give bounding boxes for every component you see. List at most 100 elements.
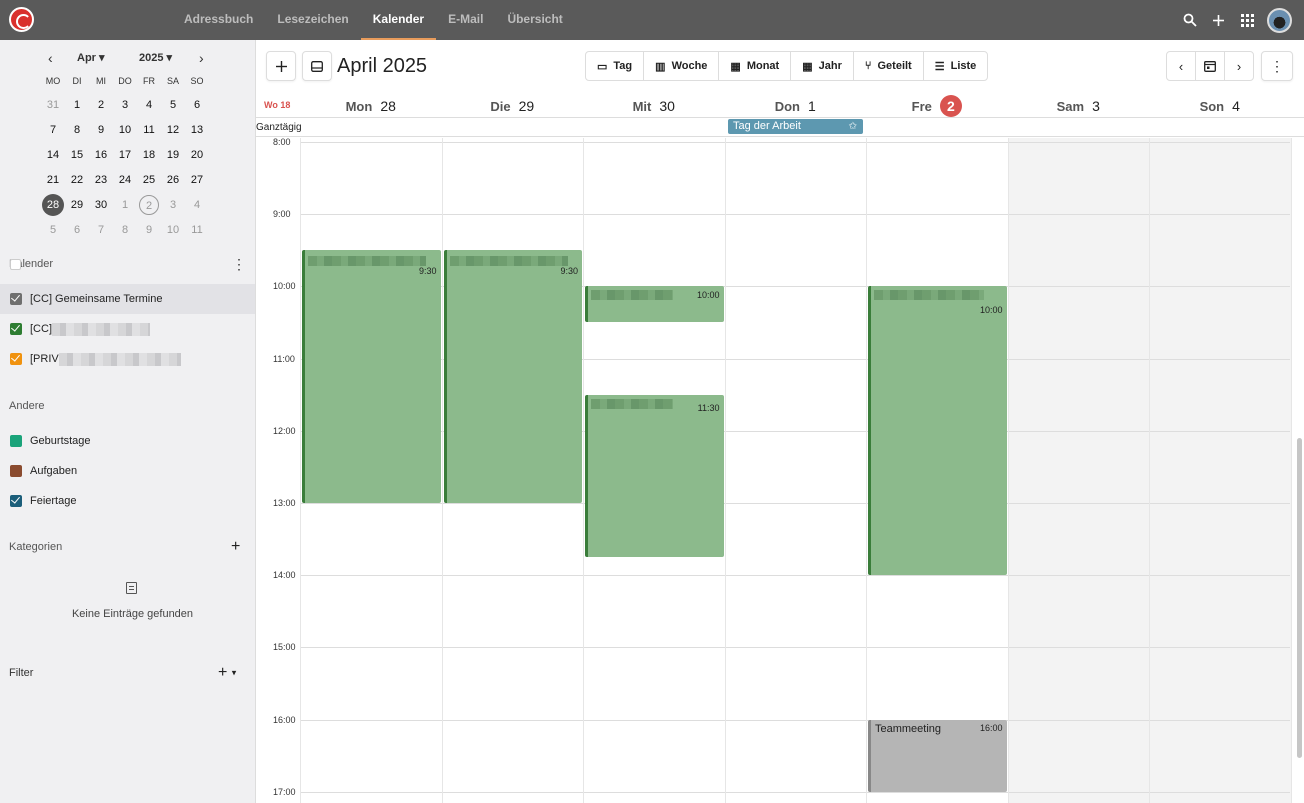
mini-day-cell[interactable]: 17 (113, 144, 137, 166)
mini-day-cell[interactable]: 29 (65, 194, 89, 216)
view-split-button[interactable]: ⑂ Geteilt (854, 52, 924, 80)
view-day-button[interactable]: ▭ Tag (586, 52, 645, 80)
day-header[interactable]: Sam 3 (1008, 94, 1150, 118)
mini-day-cell[interactable]: 24 (113, 169, 137, 191)
mini-day-cell[interactable]: 11 (185, 219, 209, 241)
mini-day-cell[interactable]: 1 (65, 94, 89, 116)
calendar-event[interactable]: 11:30 (585, 394, 724, 558)
calendars-toggle-all-checkbox[interactable] (10, 259, 21, 270)
view-week-button[interactable]: ▥ Woche (644, 52, 720, 80)
mini-year-select[interactable]: 2025 ▾ (139, 51, 172, 64)
calendar-item-geburtstage[interactable]: Geburtstage (0, 426, 255, 456)
app-logo-icon[interactable] (9, 7, 34, 32)
mini-day-cell[interactable]: 19 (161, 144, 185, 166)
mini-day-cell[interactable]: 28 (42, 193, 64, 216)
mini-day-cell[interactable]: 20 (185, 144, 209, 166)
vertical-scrollbar[interactable] (1297, 438, 1302, 758)
add-icon[interactable] (1209, 11, 1228, 30)
day-header[interactable]: Die 29 (442, 94, 584, 118)
calendar-item-cc[interactable]: [CC] (0, 314, 255, 344)
mini-day-cell[interactable]: 9 (89, 119, 113, 141)
view-year-button[interactable]: ▦ Jahr (791, 52, 854, 80)
more-options-kebab-icon[interactable]: ⋮ (1261, 51, 1293, 81)
day-header[interactable]: Mit 30 (583, 94, 725, 118)
calendar-checkbox[interactable] (10, 435, 22, 447)
day-header[interactable]: Don 1 (725, 94, 867, 118)
add-filter-icon[interactable]: + ▾ (218, 664, 236, 682)
view-month-button[interactable]: ▦ Monat (719, 52, 792, 80)
calendar-item-priv[interactable]: [PRIV (0, 344, 255, 374)
mini-day-cell[interactable]: 21 (41, 169, 65, 191)
mini-day-cell[interactable]: 2 (139, 194, 159, 215)
mini-day-cell[interactable]: 13 (185, 119, 209, 141)
time-grid[interactable]: 8:00 9:00 10:00 11:00 12:00 13:00 14:00 15:00 16… (256, 138, 1304, 803)
mini-day-cell[interactable]: 3 (113, 94, 137, 116)
calendar-checkbox[interactable] (10, 495, 22, 507)
calendar-item-feiertage[interactable]: Feiertage (0, 486, 255, 516)
mini-day-cell[interactable]: 12 (161, 119, 185, 141)
day-header[interactable]: Mon 28 (300, 94, 442, 118)
mini-day-cell[interactable]: 5 (161, 94, 185, 116)
nav-tab-kalender[interactable]: Kalender (360, 0, 437, 40)
next-week-chevron-right-icon[interactable]: › (1225, 52, 1253, 80)
calendar-checkbox[interactable] (10, 465, 22, 477)
mini-day-cell[interactable]: 3 (161, 194, 185, 216)
mini-day-cell[interactable]: 6 (185, 94, 209, 116)
mini-day-cell[interactable]: 8 (65, 119, 89, 141)
mini-day-cell[interactable]: 8 (113, 219, 137, 241)
today-calendar-icon[interactable] (1196, 52, 1225, 80)
calendar-item-gemeinsame[interactable]: [CC] Gemeinsame Termine (0, 284, 255, 314)
mini-day-cell[interactable]: 11 (137, 119, 161, 141)
day-header[interactable]: Son 4 (1149, 94, 1291, 118)
mini-day-cell[interactable]: 30 (89, 194, 113, 216)
mini-day-cell[interactable]: 5 (41, 219, 65, 241)
nav-tab-uebersicht[interactable]: Übersicht (495, 0, 574, 40)
mini-month-select[interactable]: Apr ▾ (77, 51, 105, 64)
mini-day-cell[interactable]: 23 (89, 169, 113, 191)
user-avatar[interactable] (1267, 7, 1292, 33)
nav-tab-lesezeichen[interactable]: Lesezeichen (265, 0, 360, 40)
calendar-item-aufgaben[interactable]: Aufgaben (0, 456, 255, 486)
calendar-event[interactable]: 9:30 (302, 250, 441, 503)
mini-day-cell[interactable]: 27 (185, 169, 209, 191)
mini-day-cell[interactable]: 18 (137, 144, 161, 166)
mini-day-cell[interactable]: 6 (65, 219, 89, 241)
mini-day-cell[interactable]: 10 (113, 119, 137, 141)
nav-tab-email[interactable]: E-Mail (436, 0, 495, 40)
mini-day-cell[interactable]: 22 (65, 169, 89, 191)
mini-day-cell[interactable]: 15 (65, 144, 89, 166)
mini-day-cell[interactable]: 26 (161, 169, 185, 191)
mini-day-cell[interactable]: 14 (41, 144, 65, 166)
view-list-button[interactable]: ☰ Liste (924, 52, 988, 80)
calendar-event[interactable]: 16:00 Teammeeting (868, 719, 1007, 792)
mini-day-cell[interactable]: 4 (185, 194, 209, 216)
mini-day-cell[interactable]: 25 (137, 169, 161, 191)
mini-day-cell[interactable]: 4 (137, 94, 161, 116)
calendar-event[interactable]: 10:00 (868, 286, 1007, 576)
holiday-event[interactable]: Tag der Arbeit ✩ (728, 119, 863, 134)
mini-day-cell[interactable]: 1 (113, 194, 137, 216)
mini-day-cell[interactable]: 31 (41, 94, 65, 116)
calendar-checkbox[interactable] (10, 353, 22, 365)
day-header[interactable]: Fre 2 (866, 94, 1008, 118)
calendars-menu-icon[interactable]: ⋮ (232, 257, 246, 271)
calendar-checkbox[interactable] (10, 323, 22, 335)
calendar-checkbox[interactable] (10, 293, 22, 305)
mini-prev-month-icon[interactable]: ‹ (48, 51, 53, 65)
add-category-icon[interactable]: + (231, 538, 240, 556)
mini-day-cell[interactable]: 7 (41, 119, 65, 141)
mini-day-cell[interactable]: 16 (89, 144, 113, 166)
prev-week-chevron-left-icon[interactable]: ‹ (1167, 52, 1196, 80)
inbox-button[interactable] (302, 51, 332, 81)
mini-day-cell[interactable]: 9 (137, 219, 161, 241)
mini-day-cell[interactable]: 2 (89, 94, 113, 116)
mini-day-cell[interactable]: 10 (161, 219, 185, 241)
add-event-button[interactable] (266, 51, 296, 81)
search-icon[interactable] (1180, 11, 1199, 30)
calendar-event[interactable]: 9:30 (443, 250, 582, 503)
nav-tab-adressbuch[interactable]: Adressbuch (172, 0, 265, 40)
mini-next-month-icon[interactable]: › (199, 51, 204, 65)
mini-day-cell[interactable]: 7 (89, 219, 113, 241)
calendar-event[interactable]: 10:00 (585, 286, 724, 323)
apps-grid-icon[interactable] (1238, 11, 1257, 30)
